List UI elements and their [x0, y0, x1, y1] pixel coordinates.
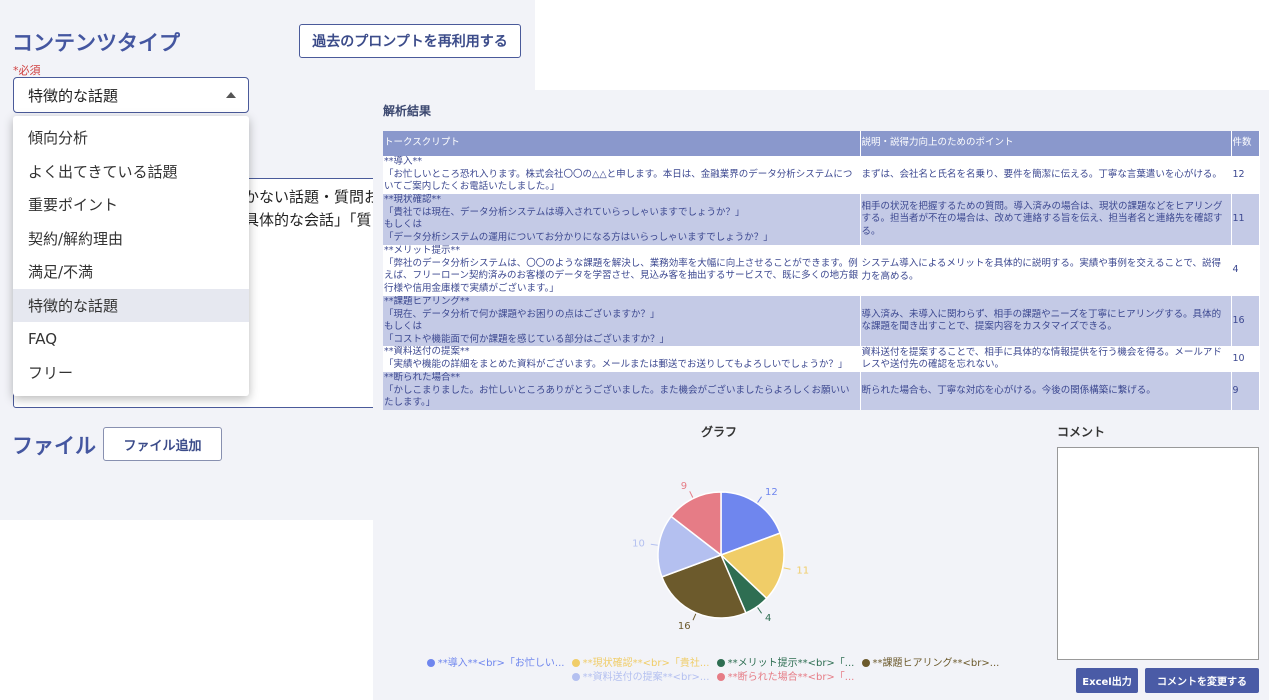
dropdown-option[interactable]: 傾向分析	[13, 121, 249, 155]
script-cell: **断られた場合** 「かしこまりました。お忙しいところありがとうございました。…	[383, 372, 861, 410]
dropdown-option[interactable]: フリー	[13, 356, 249, 390]
column-header-point: 説明・説得力向上のためのポイント	[860, 131, 1232, 156]
pie-label-line	[757, 496, 763, 503]
pie-slice[interactable]	[720, 491, 782, 557]
legend-label: **現状確認**<br>「貴社...	[582, 658, 710, 669]
pie-label-line	[692, 613, 697, 621]
legend-label: **断られた場合**<br>「...	[727, 672, 855, 683]
table-row: **メリット提示** 「弊社のデータ分析システムは、〇〇のような課題を解決し、業…	[383, 245, 1260, 296]
legend-marker-icon	[571, 673, 580, 681]
pie-data-label: 11	[796, 566, 809, 577]
legend-label: **メリット提示**<br>「...	[727, 658, 855, 669]
point-cell: 資料送付を提案することで、相手に具体的な情報提供を行う機会を得る。メールアドレス…	[860, 346, 1232, 372]
script-cell: **メリット提示** 「弊社のデータ分析システムは、〇〇のような課題を解決し、業…	[383, 245, 861, 296]
pie-label-line	[650, 543, 658, 546]
results-title: 解析結果	[383, 104, 432, 118]
excel-export-button[interactable]: Excel出力	[1076, 668, 1138, 693]
count-cell: 10	[1231, 346, 1260, 372]
point-cell: 導入済み、未導入に関わらず、相手の課題やニーズを丁寧にヒアリングする。具体的な課…	[860, 296, 1232, 346]
point-cell: 相手の状況を把握するための質問。導入済みの場合は、現状の課題などをヒアリングする…	[860, 194, 1232, 245]
comment-input[interactable]	[1057, 447, 1259, 660]
results-table: トークスクリプト 説明・説得力向上のためのポイント 件数 **導入** 「お忙し…	[383, 131, 1260, 410]
legend-item[interactable]: **現状確認**<br>「貴社...	[571, 658, 710, 669]
legend-marker-icon	[426, 659, 435, 667]
pie-label-line	[689, 491, 694, 498]
pie-slice[interactable]	[720, 554, 768, 614]
pie-slice[interactable]	[670, 491, 722, 557]
pie-slice[interactable]	[719, 532, 785, 600]
legend-item[interactable]: **課題ヒアリング**<br>...	[861, 658, 1000, 669]
pie-slice[interactable]	[660, 554, 747, 619]
file-title: ファイル	[12, 434, 96, 458]
legend-item[interactable]: **導入**<br>「お忙しい...	[426, 658, 565, 669]
table-row: **課題ヒアリング** 「現在、データ分析で何か課題やお困りの点はございますか？…	[383, 296, 1260, 346]
point-cell: システム導入によるメリットを具体的に説明する。実績や事例を交えることで、説得力を…	[860, 245, 1232, 296]
chart-legend: **導入**<br>「お忙しい... **現状確認**<br>「貴社... **…	[413, 657, 1013, 685]
table-row: **断られた場合** 「かしこまりました。お忙しいところありがとうございました。…	[383, 372, 1260, 410]
script-cell: **現状確認** 「貴社では現在、データ分析システムは導入されていらっしゃいます…	[383, 194, 861, 245]
count-cell: 16	[1231, 296, 1260, 346]
legend-label: **資料送付の提案**<br>...	[582, 672, 710, 683]
pie-label-line	[757, 607, 763, 614]
content-type-title: コンテンツタイプ	[12, 31, 180, 55]
legend-item[interactable]: **メリット提示**<br>「...	[716, 658, 855, 669]
point-cell: まずは、会社名と氏名を名乗り、要件を簡潔に伝える。丁寧な言葉遣いを心がける。	[860, 156, 1232, 194]
count-cell: 11	[1231, 194, 1260, 245]
pie-label-line	[783, 567, 791, 570]
script-cell: **導入** 「お忙しいところ恐れ入ります。株式会社〇〇の△△と申します。本日は…	[383, 156, 861, 194]
content-type-select[interactable]: 特徴的な話題	[13, 77, 249, 113]
legend-label: **導入**<br>「お忙しい...	[437, 658, 565, 669]
reuse-prompt-button[interactable]: 過去のプロンプトを再利用する	[299, 24, 521, 58]
dropdown-option[interactable]: 満足/不満	[13, 255, 249, 289]
pie-data-label: 10	[632, 538, 645, 549]
script-cell: **課題ヒアリング** 「現在、データ分析で何か課題やお困りの点はございますか？…	[383, 296, 861, 346]
add-file-button[interactable]: ファイル追加	[103, 427, 222, 461]
table-row: **導入** 「お忙しいところ恐れ入ります。株式会社〇〇の△△と申します。本日は…	[383, 156, 1260, 194]
content-type-dropdown: 傾向分析 よく出てきている話題 重要ポイント 契約/解約理由 満足/不満 特徴的…	[13, 116, 249, 396]
legend-marker-icon	[716, 673, 725, 681]
count-cell: 9	[1231, 372, 1260, 410]
pie-data-label: 9	[681, 481, 687, 492]
script-cell: **資料送付の提案** 「実績や機能の詳細をまとめた資料がございます。メールまた…	[383, 346, 861, 372]
table-row: **現状確認** 「貴社では現在、データ分析システムは導入されていらっしゃいます…	[383, 194, 1260, 245]
prompt-text-line: 具体的な会話」「質	[244, 211, 372, 229]
pie-data-label: 12	[765, 487, 778, 498]
pie-data-label: 16	[678, 621, 691, 632]
dropdown-option[interactable]: FAQ	[13, 322, 249, 356]
column-header-script: トークスクリプト	[383, 131, 861, 156]
dropdown-option[interactable]: 重要ポイント	[13, 188, 249, 222]
legend-item[interactable]: **資料送付の提案**<br>...	[571, 672, 710, 683]
results-panel: 解析結果 トークスクリプト 説明・説得力向上のためのポイント 件数 **導入**…	[373, 90, 1269, 700]
chevron-up-icon	[226, 92, 236, 98]
content-type-selected-value: 特徴的な話題	[28, 86, 119, 105]
legend-marker-icon	[716, 659, 725, 667]
point-cell: 断られた場合も、丁寧な対応を心がける。今後の関係構築に繋げる。	[860, 372, 1232, 410]
legend-marker-icon	[861, 659, 870, 667]
required-label: *必須	[13, 64, 41, 77]
graph-title: グラフ	[701, 425, 738, 439]
pie-slice[interactable]	[657, 515, 723, 578]
pie-data-label: 4	[765, 613, 771, 624]
legend-marker-icon	[571, 659, 580, 667]
comment-title: コメント	[1057, 425, 1106, 439]
dropdown-option[interactable]: よく出てきている話題	[13, 155, 249, 189]
change-comment-button[interactable]: コメントを変更する	[1145, 668, 1259, 693]
dropdown-option[interactable]: 契約/解約理由	[13, 222, 249, 256]
count-cell: 4	[1231, 245, 1260, 296]
count-cell: 12	[1231, 156, 1260, 194]
prompt-text-line: かない話題・質問お	[244, 188, 380, 206]
legend-label: **課題ヒアリング**<br>...	[872, 658, 1000, 669]
dropdown-option-selected[interactable]: 特徴的な話題	[13, 288, 249, 322]
table-row: **資料送付の提案** 「実績や機能の詳細をまとめた資料がございます。メールまた…	[383, 346, 1260, 372]
legend-item[interactable]: **断られた場合**<br>「...	[716, 672, 855, 683]
column-header-count: 件数	[1231, 131, 1260, 156]
